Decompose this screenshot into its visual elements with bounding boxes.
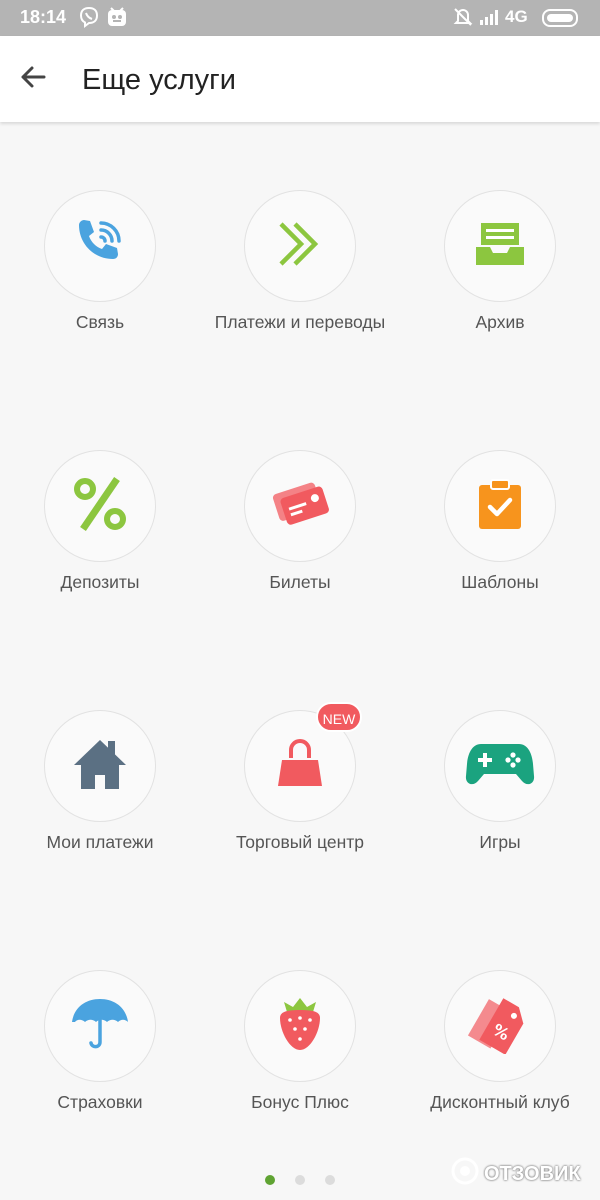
service-label: Билеты [269, 572, 331, 592]
service-label: Бонус Плюс [251, 1092, 349, 1112]
network-type: 4G [505, 7, 528, 26]
status-bar: 18:14 4G [0, 0, 600, 36]
service-tile-deposits[interactable]: Депозиты [0, 450, 200, 630]
service-label: Игры [479, 832, 521, 852]
service-icon-circle [244, 450, 356, 562]
service-icon-circle [244, 190, 356, 302]
watermark-text: ОТЗОВИК [484, 1162, 581, 1185]
service-tile-payments[interactable]: Платежи и переводы [200, 190, 400, 370]
umbrella-icon [69, 994, 131, 1059]
service-label: Торговый центр [235, 832, 364, 852]
viber-icon [78, 6, 100, 33]
service-icon-circle [444, 450, 556, 562]
service-icon-circle [44, 450, 156, 562]
app-bar: Еще услуги [0, 36, 600, 122]
signal-icon [478, 6, 502, 33]
service-label: Страховки [57, 1092, 143, 1112]
new-badge: NEW [316, 702, 362, 732]
service-icon-circle [444, 190, 556, 302]
double-chevron-icon [275, 219, 325, 274]
service-label: Мои платежи [46, 832, 154, 852]
service-icon-circle [44, 970, 156, 1082]
service-tile-shopping-center[interactable]: NEW Торговый центр [200, 702, 400, 890]
page-dot[interactable] [295, 1175, 305, 1185]
service-tile-discount-club[interactable]: % Дисконтный клуб [400, 970, 600, 1150]
service-icon-circle: % [444, 970, 556, 1082]
watermark-logo-icon [450, 1156, 480, 1192]
page-title: Еще услуги [82, 64, 236, 96]
arrow-left-icon [19, 63, 47, 96]
mute-icon [452, 6, 474, 33]
percent-icon [71, 475, 129, 538]
clipboard-check-icon [475, 477, 525, 536]
service-label: Депозиты [60, 572, 140, 592]
service-tile-archive[interactable]: Архив [400, 190, 600, 370]
shopping-bag-icon [274, 738, 326, 795]
service-icon-circle [44, 190, 156, 302]
service-label: Архив [475, 312, 525, 332]
page-dot[interactable] [325, 1175, 335, 1185]
status-time: 18:14 [20, 7, 67, 27]
discount-tag-icon: % [467, 994, 532, 1059]
app-notification-icon [106, 6, 128, 33]
service-icon-circle [44, 710, 156, 822]
service-tile-templates[interactable]: Шаблоны [400, 450, 600, 630]
service-label: Связь [75, 312, 125, 332]
service-icon-circle [444, 710, 556, 822]
service-tile-insurance[interactable]: Страховки [0, 970, 200, 1150]
service-icon-circle [244, 970, 356, 1082]
service-tile-svyaz[interactable]: Связь [0, 190, 200, 370]
service-label: Шаблоны [461, 572, 539, 592]
strawberry-icon [275, 994, 325, 1059]
service-tile-games[interactable]: Игры [400, 710, 600, 890]
gamepad-icon [465, 740, 535, 793]
phone-icon [71, 215, 129, 278]
back-button[interactable] [10, 56, 56, 102]
service-tile-my-payments[interactable]: Мои платежи [0, 710, 200, 890]
battery-icon [542, 9, 582, 32]
service-tile-bonus-plus[interactable]: Бонус Плюс [200, 970, 400, 1150]
service-tile-tickets[interactable]: Билеты [200, 450, 400, 630]
page-dot-active[interactable] [265, 1175, 275, 1185]
service-label: Платежи и переводы [214, 312, 386, 332]
watermark: ОТЗОВИК [450, 1156, 590, 1192]
tickets-icon [270, 477, 330, 536]
house-icon [72, 737, 128, 796]
archive-tray-icon [473, 217, 527, 276]
service-label: Дисконтный клуб [430, 1092, 570, 1112]
